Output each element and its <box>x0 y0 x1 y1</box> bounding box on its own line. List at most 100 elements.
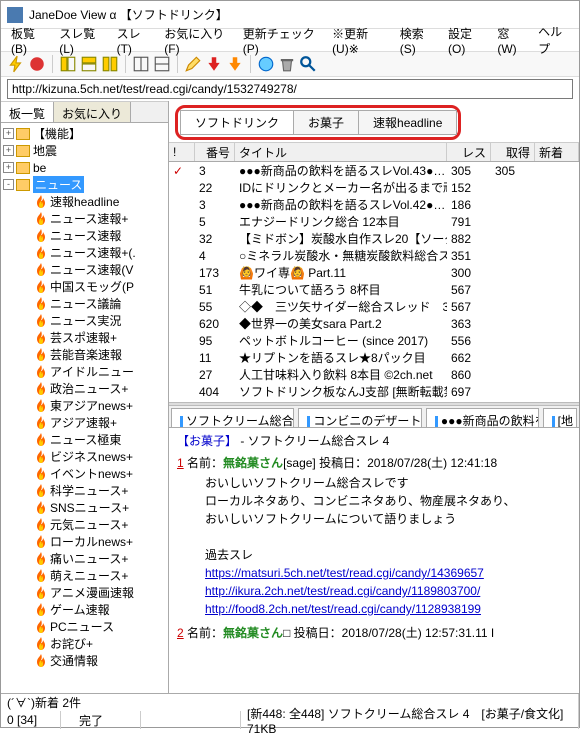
col-get[interactable]: 取得 <box>491 143 535 161</box>
lightning-icon[interactable] <box>7 55 25 73</box>
menu-updatecheck[interactable]: 更新チェック(P) <box>237 23 324 58</box>
pane3-icon[interactable] <box>101 55 119 73</box>
thread-row[interactable]: 3●●●新商品の飲料を語るスレVol.42●…186 <box>169 196 579 213</box>
thread-row[interactable]: 95ペットボトルコーヒー (since 2017)556 <box>169 332 579 349</box>
thread-view[interactable]: 【お菓子】 - ソフトクリーム総合スレ 41 名前：無銘菓さん[sage] 投稿… <box>169 428 579 693</box>
thread-row[interactable]: 404ソフトドリンク板なんJ支部 [無断転載禁止…697 <box>169 383 579 400</box>
thread-tab[interactable]: ●●●新商品の飲料を… <box>426 408 539 427</box>
layout2-icon[interactable] <box>153 55 171 73</box>
tree-board[interactable]: 元気ニュース+ <box>1 516 168 533</box>
tree-board[interactable]: 東アジアnews+ <box>1 397 168 414</box>
menu-help[interactable]: ヘルプ <box>532 21 575 59</box>
tree-board[interactable]: 芸能音楽速報 <box>1 346 168 363</box>
tree-board[interactable]: ニュース速報 <box>1 227 168 244</box>
menu-thread[interactable]: スレ(T) <box>111 23 157 58</box>
menu-favorites[interactable]: お気に入り(F) <box>158 23 234 58</box>
tree-folder[interactable]: -ニュース <box>1 176 168 193</box>
board-link[interactable]: 【お菓子】 <box>177 434 237 448</box>
board-tab-softdrink[interactable]: ソフトドリンク <box>180 110 294 135</box>
tree-folder[interactable]: +【機能】 <box>1 125 168 142</box>
tree-board[interactable]: ニュース速報+ <box>1 210 168 227</box>
thread-row[interactable]: 620◆世界一の美女sara Part.2363 <box>169 315 579 332</box>
layout1-icon[interactable] <box>132 55 150 73</box>
thread-row[interactable]: 4○ミネラル炭酸水・無糖炭酸飲料総合ス…351 <box>169 247 579 264</box>
thread-row[interactable]: 22IDにドリンクとメーカー名が出るまで頑張るス…152 <box>169 179 579 196</box>
board-tab-okashi[interactable]: お菓子 <box>293 110 359 135</box>
thread-row[interactable]: 32【ミドボン】炭酸水自作スレ20【ソーダサイフ…882 <box>169 230 579 247</box>
thread-row[interactable]: ✓3●●●新商品の飲料を語るスレVol.43●…305305 <box>169 162 579 179</box>
tab-favorites[interactable]: お気に入り <box>54 102 131 122</box>
tab-boardlist[interactable]: 板一覧 <box>1 102 54 122</box>
tree-board[interactable]: ニュース速報(V <box>1 261 168 278</box>
tree-folder[interactable]: +地震 <box>1 142 168 159</box>
pane2-icon[interactable] <box>80 55 98 73</box>
menu-window[interactable]: 窓(W) <box>491 23 530 58</box>
tree-board[interactable]: SNSニュース+ <box>1 499 168 516</box>
thread-tab[interactable]: コンビニのデザート、… <box>298 408 421 427</box>
post-name[interactable]: 無銘菓さん <box>223 626 283 640</box>
tree-board[interactable]: ニュース議論 <box>1 295 168 312</box>
tree-board[interactable]: 速報headline <box>1 193 168 210</box>
expand-icon[interactable]: + <box>3 162 14 173</box>
tree-board[interactable]: 痛いニュース+ <box>1 550 168 567</box>
thread-row[interactable]: 27人工甘味料入り飲料 8本目 ©2ch.net860 <box>169 366 579 383</box>
browser-icon[interactable] <box>257 55 275 73</box>
post-number[interactable]: 1 <box>177 456 184 470</box>
expand-icon[interactable]: + <box>3 145 14 156</box>
expand-icon[interactable]: + <box>3 128 14 139</box>
tree-board[interactable]: 芸スポ速報+ <box>1 329 168 346</box>
thread-row[interactable]: 51牛乳について語ろう 8杯目567 <box>169 281 579 298</box>
tree-folder[interactable]: +be <box>1 159 168 176</box>
post-name[interactable]: 無銘菓さん <box>223 456 283 470</box>
tree-board[interactable]: ローカルnews+ <box>1 533 168 550</box>
post-link[interactable]: https://matsuri.5ch.net/test/read.cgi/ca… <box>205 566 484 580</box>
tree-board[interactable]: アニメ漫画速報 <box>1 584 168 601</box>
col-title[interactable]: タイトル <box>235 143 447 161</box>
trash-icon[interactable] <box>278 55 296 73</box>
menu-threadlist[interactable]: スレ覧(L) <box>53 23 108 58</box>
board-tree[interactable]: +【機能】+地震+be-ニュース速報headlineニュース速報+ニュース速報ニ… <box>1 123 168 693</box>
url-input[interactable] <box>7 79 573 99</box>
stop-icon[interactable] <box>28 55 46 73</box>
thread-list[interactable]: ✓3●●●新商品の飲料を語るスレVol.43●…30530522IDにドリンクと… <box>169 162 579 402</box>
tree-board[interactable]: PCニュース <box>1 618 168 635</box>
thread-row[interactable]: 11★リプトンを語るスレ★8パック目662 <box>169 349 579 366</box>
tree-board[interactable]: アイドルニュー <box>1 363 168 380</box>
tree-board[interactable]: 科学ニュース+ <box>1 482 168 499</box>
tree-board[interactable]: ビジネスnews+ <box>1 448 168 465</box>
tree-board[interactable]: イベントnews+ <box>1 465 168 482</box>
col-new[interactable]: 新着 <box>535 143 579 161</box>
thread-tab[interactable]: [地 <box>543 408 577 427</box>
pane1-icon[interactable] <box>59 55 77 73</box>
thread-row[interactable]: 5エナジードリンク総合 12本目791 <box>169 213 579 230</box>
menu-update[interactable]: ※更新(U)※ <box>326 23 392 58</box>
menu-search[interactable]: 検索(S) <box>394 23 440 58</box>
post-link[interactable]: http://ikura.2ch.net/test/read.cgi/candy… <box>205 584 480 598</box>
tree-board[interactable]: ニュース速報+(. <box>1 244 168 261</box>
tree-board[interactable]: ゲーム速報 <box>1 601 168 618</box>
tree-board[interactable]: ニュース実況 <box>1 312 168 329</box>
down-red-icon[interactable] <box>205 55 223 73</box>
board-tab-headline[interactable]: 速報headline <box>358 110 457 135</box>
col-no[interactable]: 番号 <box>195 143 235 161</box>
search-icon[interactable] <box>299 55 317 73</box>
pencil-icon[interactable] <box>184 55 202 73</box>
col-mark[interactable]: ! <box>169 143 195 161</box>
tree-board[interactable]: 交通情報 <box>1 652 168 669</box>
menu-boardlist[interactable]: 板覧(B) <box>5 23 51 58</box>
thread-row[interactable]: 173🙆ワイ専🙆 Part.11300 <box>169 264 579 281</box>
tree-board[interactable]: お詫び+ <box>1 635 168 652</box>
post-number[interactable]: 2 <box>177 626 184 640</box>
post-link[interactable]: http://food8.2ch.net/test/read.cgi/candy… <box>205 602 481 616</box>
tree-board[interactable]: ニュース極東 <box>1 431 168 448</box>
tree-board[interactable]: 政治ニュース+ <box>1 380 168 397</box>
thread-row[interactable]: 55◇◆ 三ツ矢サイダー総合スレッド 3本目…567 <box>169 298 579 315</box>
thread-tab[interactable]: ソフトクリーム総合ス… <box>171 408 294 427</box>
tree-board[interactable]: アジア速報+ <box>1 414 168 431</box>
expand-icon[interactable]: - <box>3 179 14 190</box>
down-orange-icon[interactable] <box>226 55 244 73</box>
tree-board[interactable]: 萌えニュース+ <box>1 567 168 584</box>
menu-settings[interactable]: 設定(O) <box>442 23 489 58</box>
col-res[interactable]: レス <box>447 143 491 161</box>
tree-board[interactable]: 中国スモッグ(P <box>1 278 168 295</box>
